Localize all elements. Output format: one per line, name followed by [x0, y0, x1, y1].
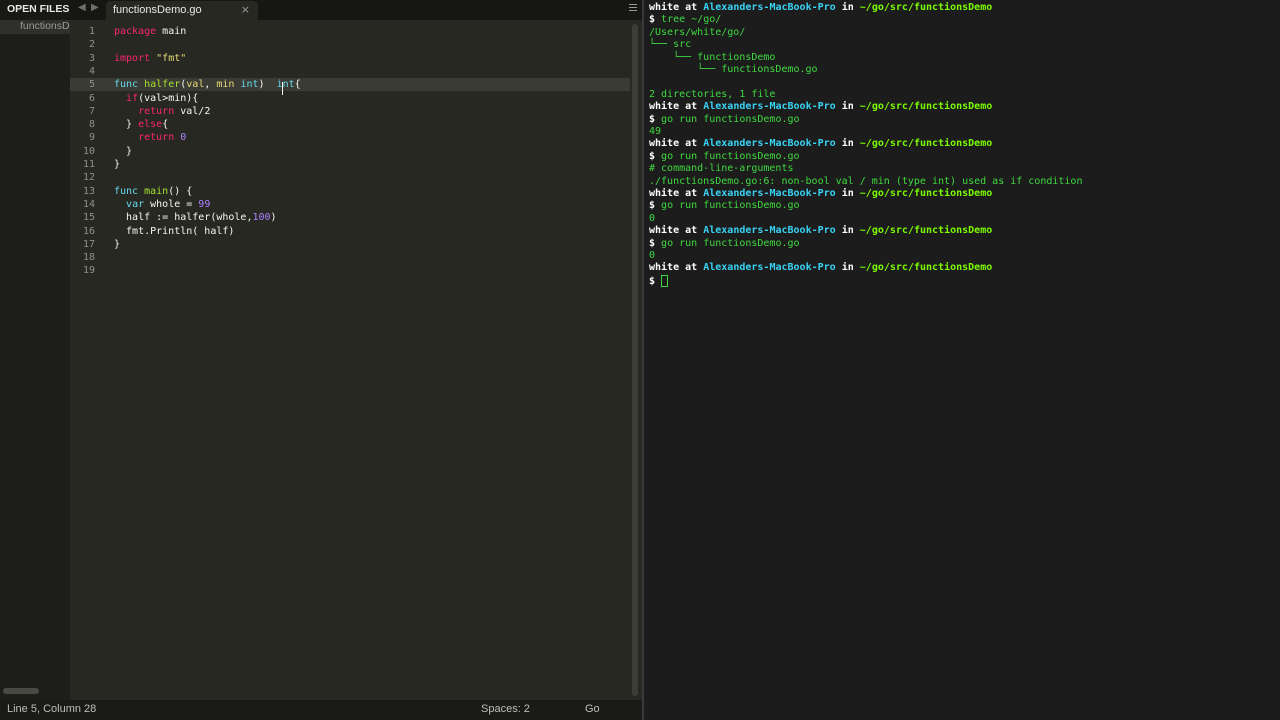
terminal-line: ./functionsDemo.go:6: non-bool val / min…	[649, 175, 1083, 187]
code-line[interactable]: 7 return val/2	[70, 105, 630, 118]
code-line[interactable]: 6 if(val>min){	[70, 92, 630, 105]
code-text[interactable]: }	[114, 158, 120, 171]
line-number: 4	[88, 65, 95, 77]
indentation-setting[interactable]: Spaces: 2	[481, 703, 530, 715]
close-icon[interactable]: ×	[241, 3, 250, 16]
code-line[interactable]: 14 var whole = 99	[70, 198, 630, 211]
code-text[interactable]: } else{	[114, 118, 168, 131]
code-line[interactable]: 10 }	[70, 145, 630, 158]
code-line[interactable]: 9 return 0	[70, 131, 630, 144]
code-text[interactable]: var whole = 99	[114, 198, 210, 211]
editor-scrollbar[interactable]	[632, 24, 638, 696]
terminal-line: 0	[649, 250, 656, 261]
line-number: 14	[82, 198, 95, 210]
code-line[interactable]: 13 func main() {	[70, 185, 630, 198]
terminal-line: $ go run functionsDemo.go	[649, 200, 800, 212]
terminal-cursor	[661, 274, 669, 287]
code-line[interactable]: 17}	[70, 238, 630, 251]
terminal-line: white at Alexanders-MacBook-Pro in ~/go/…	[649, 188, 993, 199]
terminal-line: $	[649, 274, 669, 287]
code-editor[interactable]: 1 package main 2 3 import "fmt" 4 5 func halfer…	[70, 20, 630, 700]
terminal-line: white at Alexanders-MacBook-Pro in ~/go/…	[649, 101, 993, 113]
code-line[interactable]: 8 } else{	[70, 118, 630, 131]
line-number: 3	[88, 52, 95, 64]
tab-bar: ◀ ▶ functionsDemo.go ×	[70, 0, 642, 20]
line-number: 15	[82, 212, 95, 224]
terminal-line: $ go run functionsDemo.go	[649, 237, 800, 249]
terminal-window[interactable]: white at Alexanders-MacBook-Pro in ~/go/…	[642, 0, 1280, 720]
tab-title: functionsDemo.go	[113, 4, 202, 16]
line-number: 7	[88, 105, 95, 117]
terminal-line: └── functionsDemo.go	[649, 64, 818, 75]
line-number: 13	[82, 185, 95, 197]
line-number: 1	[88, 26, 95, 37]
code-line[interactable]: 5 func halfer(val, min int) int{	[70, 78, 630, 92]
syntax-selector[interactable]: Go	[585, 703, 600, 715]
terminal-line: white at Alexanders-MacBook-Pro in ~/go/…	[649, 225, 993, 237]
code-line[interactable]: 16 fmt.Println( half)	[70, 225, 630, 238]
terminal-line: 49	[649, 126, 662, 137]
panel-menu-icon[interactable]	[629, 4, 637, 13]
code-text[interactable]: return val/2	[114, 105, 210, 118]
line-number: 8	[88, 119, 95, 131]
code-text[interactable]: half := halfer(whole,100)	[114, 211, 277, 224]
terminal-line: /Users/white/go/	[649, 26, 746, 38]
code-text[interactable]: func halfer(val, min int) int{	[114, 78, 301, 91]
code-line[interactable]: 2	[70, 38, 630, 51]
sidebar-scrollbar[interactable]	[3, 688, 39, 694]
code-line[interactable]: 4	[70, 65, 630, 78]
code-line[interactable]: 1 package main	[70, 25, 630, 38]
line-number: 2	[88, 39, 95, 51]
code-line[interactable]: 15 half := halfer(whole,100)	[70, 211, 630, 224]
back-arrow-icon[interactable]: ◀	[78, 2, 86, 13]
line-number: 6	[88, 92, 95, 104]
terminal-line: 2 directories, 1 file	[649, 88, 776, 100]
line-number: 16	[82, 225, 95, 237]
terminal-line: white at Alexanders-MacBook-Pro in ~/go/…	[649, 2, 993, 13]
status-bar: Line 5, Column 28 Spaces: 2 Go	[0, 700, 642, 720]
line-number: 9	[88, 132, 95, 144]
line-number: 18	[82, 252, 95, 264]
code-line[interactable]: 11}	[70, 158, 630, 171]
line-number: 11	[82, 159, 95, 170]
code-text[interactable]: fmt.Println( half)	[114, 225, 234, 238]
code-text[interactable]: }	[114, 145, 132, 158]
line-number: 12	[82, 172, 95, 184]
code-text[interactable]: return 0	[114, 131, 186, 144]
terminal-line: 0	[649, 212, 656, 224]
terminal-line: white at Alexanders-MacBook-Pro in ~/go/…	[649, 262, 993, 274]
sidebar-open-file[interactable]: functionsDemo.go	[0, 20, 70, 34]
code-text[interactable]: package main	[114, 25, 186, 38]
code-text[interactable]: import "fmt"	[114, 52, 186, 65]
line-number: 17	[82, 238, 95, 250]
text-cursor-icon	[282, 82, 283, 95]
code-text[interactable]: if(val>min){	[114, 92, 198, 105]
sidebar: OPEN FILES functionsDemo.go	[0, 0, 70, 700]
code-line[interactable]: 18	[70, 251, 630, 264]
sublime-editor: OPEN FILES functionsDemo.go ◀ ▶ function…	[0, 0, 642, 720]
terminal-line: $ go run functionsDemo.go	[649, 150, 800, 162]
line-number: 19	[82, 265, 95, 277]
code-text[interactable]: func main() {	[114, 185, 192, 198]
terminal-line: $ tree ~/go/	[649, 14, 722, 26]
code-line[interactable]: 3 import "fmt"	[70, 52, 630, 65]
terminal-line: white at Alexanders-MacBook-Pro in ~/go/…	[649, 138, 993, 150]
terminal-line: $ go run functionsDemo.go	[649, 113, 800, 125]
tab-functionsdemo[interactable]: functionsDemo.go ×	[106, 1, 258, 20]
line-number: 10	[82, 145, 95, 157]
code-line[interactable]: 19	[70, 264, 630, 277]
cursor-position: Line 5, Column 28	[7, 703, 97, 715]
forward-arrow-icon[interactable]: ▶	[91, 2, 99, 13]
terminal-line: # command-line-arguments	[649, 163, 794, 175]
code-text[interactable]: }	[114, 238, 120, 251]
terminal-line: └── src	[649, 39, 692, 51]
terminal-line: └── functionsDemo	[649, 51, 776, 63]
code-line[interactable]: 12	[70, 171, 630, 184]
open-files-header: OPEN FILES	[0, 0, 70, 20]
line-number: 5	[88, 79, 95, 91]
